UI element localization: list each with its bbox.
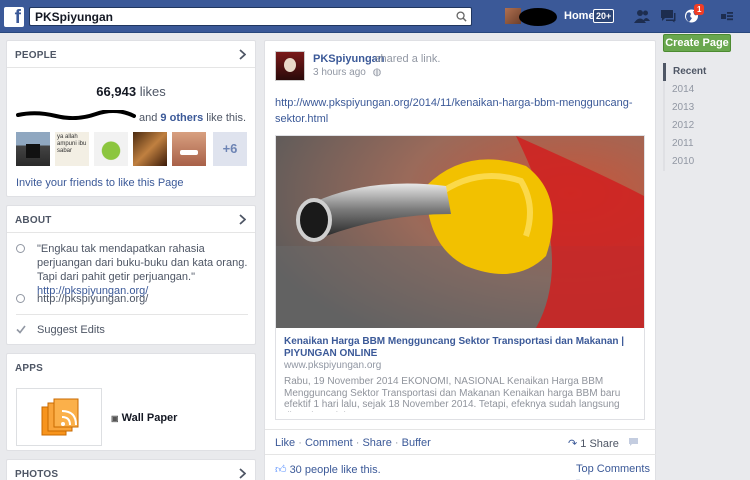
search-icon[interactable]: [456, 11, 467, 22]
photos-panel-header[interactable]: PHOTOS: [7, 460, 255, 480]
globe-icon: [16, 294, 25, 303]
website-link[interactable]: http://pkspiyungan.org/: [37, 292, 248, 306]
chevron-right-icon[interactable]: [239, 214, 246, 225]
search-input[interactable]: PKSpiyungan: [29, 7, 472, 26]
photos-panel-title: PHOTOS: [15, 469, 59, 480]
friend-thumbnail[interactable]: [16, 132, 50, 166]
about-panel: ABOUT "Engkau tak mendapatkan rahasia pe…: [6, 205, 256, 345]
public-globe-icon: ◍: [372, 67, 382, 78]
like-this-text: like this.: [206, 112, 247, 124]
comment-bubble-icon[interactable]: [628, 437, 639, 448]
chevron-right-icon[interactable]: [239, 468, 246, 479]
create-page-button[interactable]: Create Page: [663, 34, 731, 52]
people-panel-title: PEOPLE: [15, 50, 57, 61]
post-time-text: 3 hours ago: [313, 67, 366, 78]
more-friends-button[interactable]: +6: [213, 132, 247, 166]
checkmark-icon: [16, 325, 26, 334]
share-count[interactable]: ↷ 1 Share: [568, 437, 619, 450]
post-shared-url[interactable]: http://www.pkspiyungan.org/2014/11/kenai…: [275, 95, 640, 127]
share-count-text: 1 Share: [580, 438, 619, 450]
friend-thumbnail[interactable]: [94, 132, 128, 166]
likes-summary-link[interactable]: 30 people like this.: [290, 464, 381, 476]
apps-panel-header: APPS: [7, 354, 255, 381]
about-panel-title: ABOUT: [15, 215, 52, 226]
page-avatar[interactable]: [275, 51, 305, 81]
chevron-right-icon[interactable]: [239, 49, 246, 60]
year-link-recent[interactable]: Recent: [663, 63, 706, 81]
post-divider: [265, 454, 656, 455]
friend-thumbnail[interactable]: [133, 132, 167, 166]
apps-panel: APPS ▣ Wall Paper: [6, 353, 256, 451]
people-panel-header[interactable]: PEOPLE: [7, 41, 255, 68]
page-likes-count: 66,943 likes: [7, 84, 255, 99]
apps-panel-title: APPS: [15, 363, 44, 374]
separator-dot: ·: [298, 437, 302, 449]
top-bar: f PKSpiyungan Home 20+ 1: [0, 0, 750, 33]
facebook-logo-icon[interactable]: f: [4, 7, 24, 28]
likes-word: likes: [139, 84, 166, 99]
friend-requests-icon[interactable]: [634, 9, 650, 23]
suggest-edits-row[interactable]: Suggest Edits: [16, 323, 248, 337]
notifications-badge: 1: [694, 4, 705, 15]
photos-panel: PHOTOS: [6, 459, 256, 480]
invite-friends-link[interactable]: Invite your friends to like this Page: [16, 177, 184, 189]
post-timestamp[interactable]: 3 hours ago ◍: [313, 67, 381, 78]
redacted-name-scribble: [519, 8, 557, 26]
messages-icon[interactable]: [660, 9, 676, 23]
others-link[interactable]: 9 others: [160, 112, 203, 124]
friend-thumbnail[interactable]: ya allah ampuni ibu sabar: [55, 132, 89, 166]
search-input-value: PKSpiyungan: [35, 10, 114, 24]
wall-paper-app-name: Wall Paper: [121, 412, 178, 424]
post-author-link[interactable]: PKSpiyungan: [313, 53, 385, 65]
redacted-friend-scribble: [16, 110, 136, 120]
buffer-button[interactable]: Buffer: [402, 437, 431, 449]
post-divider: [265, 429, 656, 430]
about-divider: [16, 314, 248, 315]
year-link-2014[interactable]: 2014: [665, 81, 706, 99]
app-bullet-icon: ▣: [111, 414, 119, 423]
post-action-text: shared a link.: [375, 53, 441, 65]
info-icon: [16, 244, 25, 253]
separator-dot: ·: [394, 437, 399, 449]
wall-paper-app-link[interactable]: ▣ Wall Paper: [111, 412, 177, 424]
about-description: "Engkau tak mendapatkan rahasia perjuang…: [16, 242, 248, 298]
year-link-2013[interactable]: 2013: [665, 99, 706, 117]
friends-like-text: and 9 others like this.: [139, 112, 246, 124]
and-word: and: [139, 112, 158, 124]
share-button[interactable]: Share: [362, 437, 391, 449]
thumbs-up-icon: 👍︎: [275, 464, 287, 476]
top-comments-dropdown[interactable]: Top Comments ▾: [576, 463, 655, 480]
about-website: http://pkspiyungan.org/: [16, 292, 248, 306]
link-card-description: Rabu, 19 November 2014 EKONOMI, NASIONAL…: [284, 376, 621, 412]
home-link[interactable]: Home: [564, 10, 595, 22]
wall-paper-app-tile[interactable]: [16, 388, 102, 446]
like-button[interactable]: Like: [275, 437, 295, 449]
year-link-2011[interactable]: 2011: [665, 135, 706, 153]
wall-paper-app-icon: [41, 398, 79, 436]
link-card-domain: www.pkspiyungan.org: [284, 360, 382, 371]
link-preview-card[interactable]: Kenaikan Harga BBM Mengguncang Sektor Tr…: [275, 135, 645, 420]
share-arrow-icon: ↷: [568, 438, 578, 450]
link-preview-image[interactable]: [276, 136, 644, 328]
top-comments-label: Top Comments: [576, 463, 650, 475]
post-actions: Like · Comment · Share · Buffer: [275, 437, 431, 449]
likes-number: 66,943: [96, 84, 137, 99]
about-panel-header[interactable]: ABOUT: [7, 206, 255, 233]
separator-dot: ·: [355, 437, 360, 449]
suggest-edits-link[interactable]: Suggest Edits: [37, 323, 248, 337]
about-quote: "Engkau tak mendapatkan rahasia perjuang…: [37, 243, 248, 283]
link-card-title[interactable]: Kenaikan Harga BBM Mengguncang Sektor Tr…: [284, 336, 636, 360]
post-likes-summary: 👍︎ 30 people like this.: [275, 463, 381, 476]
friend-thumbnail[interactable]: [172, 132, 206, 166]
year-link-2012[interactable]: 2012: [665, 117, 706, 135]
thumbnail-caption: ya allah ampuni ibu sabar: [57, 134, 87, 154]
timeline-year-nav: Recent 2014 2013 2012 2011 2010: [663, 63, 706, 171]
fuel-nozzle-image: [276, 136, 644, 328]
comment-button[interactable]: Comment: [305, 437, 353, 449]
home-count-badge: 20+: [593, 9, 615, 23]
people-panel: PEOPLE 66,943 likes and 9 others like th…: [6, 40, 256, 197]
account-settings-icon[interactable]: [720, 9, 736, 23]
year-link-2010[interactable]: 2010: [665, 153, 706, 171]
post-story: PKSpiyungan shared a link. 3 hours ago ◍…: [264, 40, 656, 480]
